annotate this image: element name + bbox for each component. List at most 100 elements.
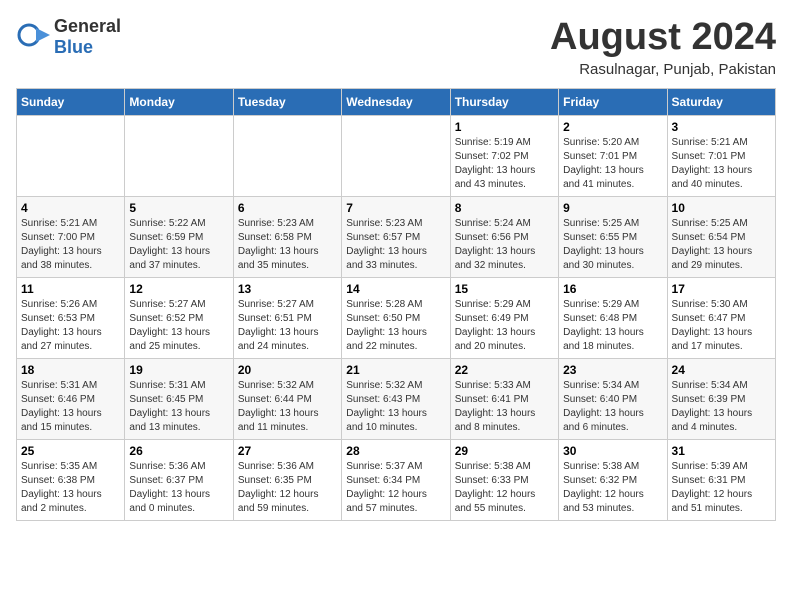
calendar-cell: 14 Sunrise: 5:28 AMSunset: 6:50 PMDayligh…	[342, 278, 450, 359]
calendar-cell: 18Sunrise: 5:31 AMSunset: 6:46 PMDayligh…	[17, 359, 125, 440]
calendar-cell: 5Sunrise: 5:22 AMSunset: 6:59 PMDaylight…	[125, 197, 233, 278]
day-number: 27	[238, 444, 337, 458]
day-info: Sunrise: 5:25 AMSunset: 6:54 PMDaylight:…	[672, 217, 771, 273]
day-info: Sunrise: 5:26 AMSunset: 6:53 PMDaylight:…	[21, 298, 120, 354]
calendar-cell: 3 Sunrise: 5:21 AMSunset: 7:01 PMDaylight…	[667, 116, 775, 197]
calendar-cell	[125, 116, 233, 197]
day-header-wednesday: Wednesday	[342, 89, 450, 116]
logo-general: General	[54, 16, 121, 36]
day-number: 15	[455, 282, 554, 296]
calendar-cell	[17, 116, 125, 197]
day-number: 1	[455, 120, 554, 134]
day-info: Sunrise: 5:38 AMSunset: 6:33 PMDaylight:…	[455, 460, 554, 516]
day-number: 3	[672, 120, 771, 134]
day-info: Sunrise: 5:21 AMSunset: 7:00 PMDaylight:…	[21, 217, 120, 273]
calendar-cell	[233, 116, 341, 197]
calendar-cell	[342, 116, 450, 197]
logo-blue: Blue	[54, 37, 93, 57]
day-number: 30	[563, 444, 662, 458]
day-info: Sunrise: 5:30 AMSunset: 6:47 PMDaylight:…	[672, 298, 771, 354]
calendar-cell: 28 Sunrise: 5:37 AMSunset: 6:34 PMDayligh…	[342, 440, 450, 521]
day-info: Sunrise: 5:38 AMSunset: 6:32 PMDaylight:…	[563, 460, 662, 516]
day-info: Sunrise: 5:29 AMSunset: 6:48 PMDaylight:…	[563, 298, 662, 354]
calendar-cell: 17Sunrise: 5:30 AMSunset: 6:47 PMDayligh…	[667, 278, 775, 359]
day-info: Sunrise: 5:33 AMSunset: 6:41 PMDaylight:…	[455, 379, 554, 435]
day-info: Sunrise: 5:35 AMSunset: 6:38 PMDaylight:…	[21, 460, 120, 516]
calendar-cell: 29Sunrise: 5:38 AMSunset: 6:33 PMDayligh…	[450, 440, 558, 521]
day-header-tuesday: Tuesday	[233, 89, 341, 116]
month-title: August 2024	[550, 16, 776, 59]
calendar-table: SundayMondayTuesdayWednesdayThursdayFrid…	[16, 88, 776, 521]
day-number: 12	[129, 282, 228, 296]
day-info: Sunrise: 5:31 AMSunset: 6:46 PMDaylight:…	[21, 379, 120, 435]
day-number: 8	[455, 201, 554, 215]
day-info: Sunrise: 5:28 AMSunset: 6:50 PMDaylight:…	[346, 298, 445, 354]
calendar-cell: 10 Sunrise: 5:25 AMSunset: 6:54 PMDayligh…	[667, 197, 775, 278]
logo-text: General Blue	[54, 16, 121, 58]
day-info: Sunrise: 5:36 AMSunset: 6:35 PMDaylight:…	[238, 460, 337, 516]
calendar-week-1: 1Sunrise: 5:19 AMSunset: 7:02 PMDaylight…	[17, 116, 776, 197]
day-number: 13	[238, 282, 337, 296]
day-number: 2	[563, 120, 662, 134]
logo: General Blue	[16, 16, 121, 58]
calendar-cell: 31 Sunrise: 5:39 AMSunset: 6:31 PMDayligh…	[667, 440, 775, 521]
day-info: Sunrise: 5:34 AMSunset: 6:40 PMDaylight:…	[563, 379, 662, 435]
logo-icon	[16, 20, 52, 55]
day-header-thursday: Thursday	[450, 89, 558, 116]
location: Rasulnagar, Punjab, Pakistan	[550, 61, 776, 78]
calendar-cell: 9 Sunrise: 5:25 AMSunset: 6:55 PMDaylight…	[559, 197, 667, 278]
day-number: 14	[346, 282, 445, 296]
day-info: Sunrise: 5:37 AMSunset: 6:34 PMDaylight:…	[346, 460, 445, 516]
day-info: Sunrise: 5:39 AMSunset: 6:31 PMDaylight:…	[672, 460, 771, 516]
calendar-cell: 13 Sunrise: 5:27 AMSunset: 6:51 PMDayligh…	[233, 278, 341, 359]
day-number: 16	[563, 282, 662, 296]
title-area: August 2024 Rasulnagar, Punjab, Pakistan	[550, 16, 776, 78]
calendar-cell: 19Sunrise: 5:31 AMSunset: 6:45 PMDayligh…	[125, 359, 233, 440]
day-header-saturday: Saturday	[667, 89, 775, 116]
day-number: 4	[21, 201, 120, 215]
calendar-cell: 24Sunrise: 5:34 AMSunset: 6:39 PMDayligh…	[667, 359, 775, 440]
calendar-body: 1Sunrise: 5:19 AMSunset: 7:02 PMDaylight…	[17, 116, 776, 521]
day-number: 25	[21, 444, 120, 458]
calendar-cell: 2Sunrise: 5:20 AMSunset: 7:01 PMDaylight…	[559, 116, 667, 197]
day-number: 6	[238, 201, 337, 215]
calendar-cell: 15 Sunrise: 5:29 AMSunset: 6:49 PMDayligh…	[450, 278, 558, 359]
day-info: Sunrise: 5:32 AMSunset: 6:44 PMDaylight:…	[238, 379, 337, 435]
calendar-week-5: 25 Sunrise: 5:35 AMSunset: 6:38 PMDayligh…	[17, 440, 776, 521]
day-info: Sunrise: 5:23 AMSunset: 6:57 PMDaylight:…	[346, 217, 445, 273]
day-info: Sunrise: 5:27 AMSunset: 6:51 PMDaylight:…	[238, 298, 337, 354]
calendar-cell: 21Sunrise: 5:32 AMSunset: 6:43 PMDayligh…	[342, 359, 450, 440]
calendar-cell: 22 Sunrise: 5:33 AMSunset: 6:41 PMDayligh…	[450, 359, 558, 440]
day-info: Sunrise: 5:22 AMSunset: 6:59 PMDaylight:…	[129, 217, 228, 273]
day-number: 9	[563, 201, 662, 215]
page-header: General Blue August 2024 Rasulnagar, Pun…	[16, 16, 776, 78]
day-number: 10	[672, 201, 771, 215]
calendar-cell: 4 Sunrise: 5:21 AMSunset: 7:00 PMDaylight…	[17, 197, 125, 278]
calendar-week-2: 4 Sunrise: 5:21 AMSunset: 7:00 PMDaylight…	[17, 197, 776, 278]
calendar-cell: 8 Sunrise: 5:24 AMSunset: 6:56 PMDaylight…	[450, 197, 558, 278]
day-header-friday: Friday	[559, 89, 667, 116]
day-info: Sunrise: 5:29 AMSunset: 6:49 PMDaylight:…	[455, 298, 554, 354]
day-header-monday: Monday	[125, 89, 233, 116]
day-info: Sunrise: 5:23 AMSunset: 6:58 PMDaylight:…	[238, 217, 337, 273]
calendar-cell: 23Sunrise: 5:34 AMSunset: 6:40 PMDayligh…	[559, 359, 667, 440]
calendar-cell: 7 Sunrise: 5:23 AMSunset: 6:57 PMDaylight…	[342, 197, 450, 278]
day-info: Sunrise: 5:25 AMSunset: 6:55 PMDaylight:…	[563, 217, 662, 273]
day-info: Sunrise: 5:27 AMSunset: 6:52 PMDaylight:…	[129, 298, 228, 354]
calendar-cell: 25 Sunrise: 5:35 AMSunset: 6:38 PMDayligh…	[17, 440, 125, 521]
day-info: Sunrise: 5:21 AMSunset: 7:01 PMDaylight:…	[672, 136, 771, 192]
day-number: 31	[672, 444, 771, 458]
day-number: 7	[346, 201, 445, 215]
day-number: 11	[21, 282, 120, 296]
day-number: 19	[129, 363, 228, 377]
day-number: 20	[238, 363, 337, 377]
day-number: 22	[455, 363, 554, 377]
calendar-cell: 1Sunrise: 5:19 AMSunset: 7:02 PMDaylight…	[450, 116, 558, 197]
calendar-cell: 27 Sunrise: 5:36 AMSunset: 6:35 PMDayligh…	[233, 440, 341, 521]
calendar-cell: 6 Sunrise: 5:23 AMSunset: 6:58 PMDaylight…	[233, 197, 341, 278]
calendar-cell: 11 Sunrise: 5:26 AMSunset: 6:53 PMDayligh…	[17, 278, 125, 359]
day-info: Sunrise: 5:24 AMSunset: 6:56 PMDaylight:…	[455, 217, 554, 273]
day-header-sunday: Sunday	[17, 89, 125, 116]
calendar-cell: 20 Sunrise: 5:32 AMSunset: 6:44 PMDayligh…	[233, 359, 341, 440]
day-number: 28	[346, 444, 445, 458]
